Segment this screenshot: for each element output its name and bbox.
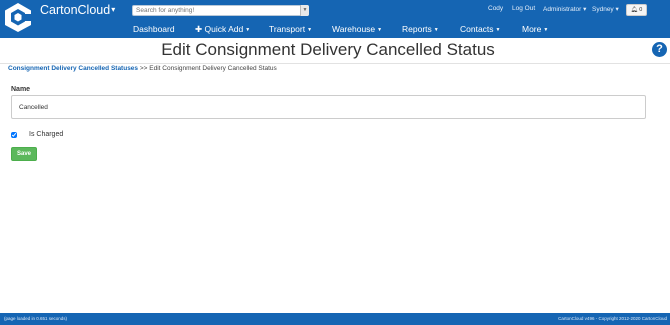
nav-dashboard[interactable]: Dashboard — [133, 24, 175, 34]
search-dropdown-toggle[interactable]: ▼ — [300, 5, 309, 16]
chevron-down-icon: ▼ — [433, 27, 439, 33]
divider — [0, 63, 670, 64]
location-menu[interactable]: Sydney ▾ — [592, 5, 619, 13]
brand-menu[interactable]: CartonCloud▾ — [40, 3, 115, 17]
chevron-down-icon: ▾ — [581, 6, 587, 13]
nav-quick-add-label: Quick Add — [204, 24, 244, 34]
breadcrumb-current: Edit Consignment Delivery Cancelled Stat… — [149, 65, 277, 72]
nav-contacts-label: Contacts — [460, 24, 494, 34]
chevron-down-icon: ▼ — [543, 27, 549, 33]
name-label: Name — [11, 86, 31, 93]
nav-more-label: More — [522, 24, 542, 34]
chevron-down-icon: ▾ — [613, 6, 619, 13]
nav-warehouse-label: Warehouse — [332, 24, 376, 34]
role-menu[interactable]: Administrator ▾ — [543, 5, 586, 13]
chevron-down-icon: ▼ — [245, 27, 251, 33]
chevron-down-icon: ▾ — [111, 5, 116, 14]
notification-count: 0 — [639, 7, 643, 13]
nav-contacts[interactable]: Contacts ▼ — [460, 24, 501, 34]
chevron-down-icon: ▼ — [377, 27, 383, 33]
nav-warehouse[interactable]: Warehouse ▼ — [332, 24, 382, 34]
nav-quick-add[interactable]: ✚ Quick Add ▼ — [195, 24, 250, 35]
main-nav: Dashboard ✚ Quick Add ▼ Transport ▼ Wareho… — [0, 24, 670, 38]
save-button[interactable]: Save — [11, 147, 37, 161]
copyright-text: CartonCloud v496 - Copyright 2012-2020 C… — [558, 316, 667, 321]
role-label: Administrator — [543, 6, 582, 13]
logout-link[interactable]: Log Out — [512, 5, 535, 12]
search-input[interactable] — [132, 5, 309, 16]
help-icon[interactable]: ? — [652, 42, 667, 57]
nav-reports[interactable]: Reports ▼ — [402, 24, 439, 34]
top-navbar: CartonCloud▾ ▼ Cody Log Out Administrato… — [0, 0, 670, 38]
plus-icon: ✚ — [195, 24, 203, 34]
nav-reports-label: Reports — [402, 24, 432, 34]
name-input[interactable] — [11, 95, 646, 119]
nav-transport-label: Transport — [269, 24, 306, 34]
breadcrumb-separator: >> — [139, 65, 148, 72]
brand-name: CartonCloud — [40, 3, 111, 17]
is-charged-checkbox[interactable] — [11, 132, 17, 138]
breadcrumb-statuses-link[interactable]: Consignment Delivery Cancelled Statuses — [8, 65, 138, 72]
user-name-link[interactable]: Cody — [488, 5, 503, 12]
breadcrumb: Consignment Delivery Cancelled Statuses … — [8, 65, 277, 72]
page-load-time: (page loaded in 0.651 seconds) — [4, 316, 68, 321]
bell-icon: 🔔︎ — [630, 7, 638, 13]
page-title: Edit Consignment Delivery Cancelled Stat… — [161, 40, 495, 59]
chevron-down-icon: ▼ — [495, 27, 501, 33]
chevron-down-icon: ▼ — [302, 7, 308, 13]
footer: (page loaded in 0.651 seconds) CartonClo… — [0, 313, 670, 325]
location-label: Sydney — [592, 6, 614, 13]
chevron-down-icon: ▼ — [307, 27, 313, 33]
notifications-button[interactable]: 🔔︎ 0 — [626, 4, 647, 16]
nav-more[interactable]: More ▼ — [522, 24, 548, 34]
is-charged-label: Is Charged — [29, 131, 64, 138]
nav-transport[interactable]: Transport ▼ — [269, 24, 312, 34]
